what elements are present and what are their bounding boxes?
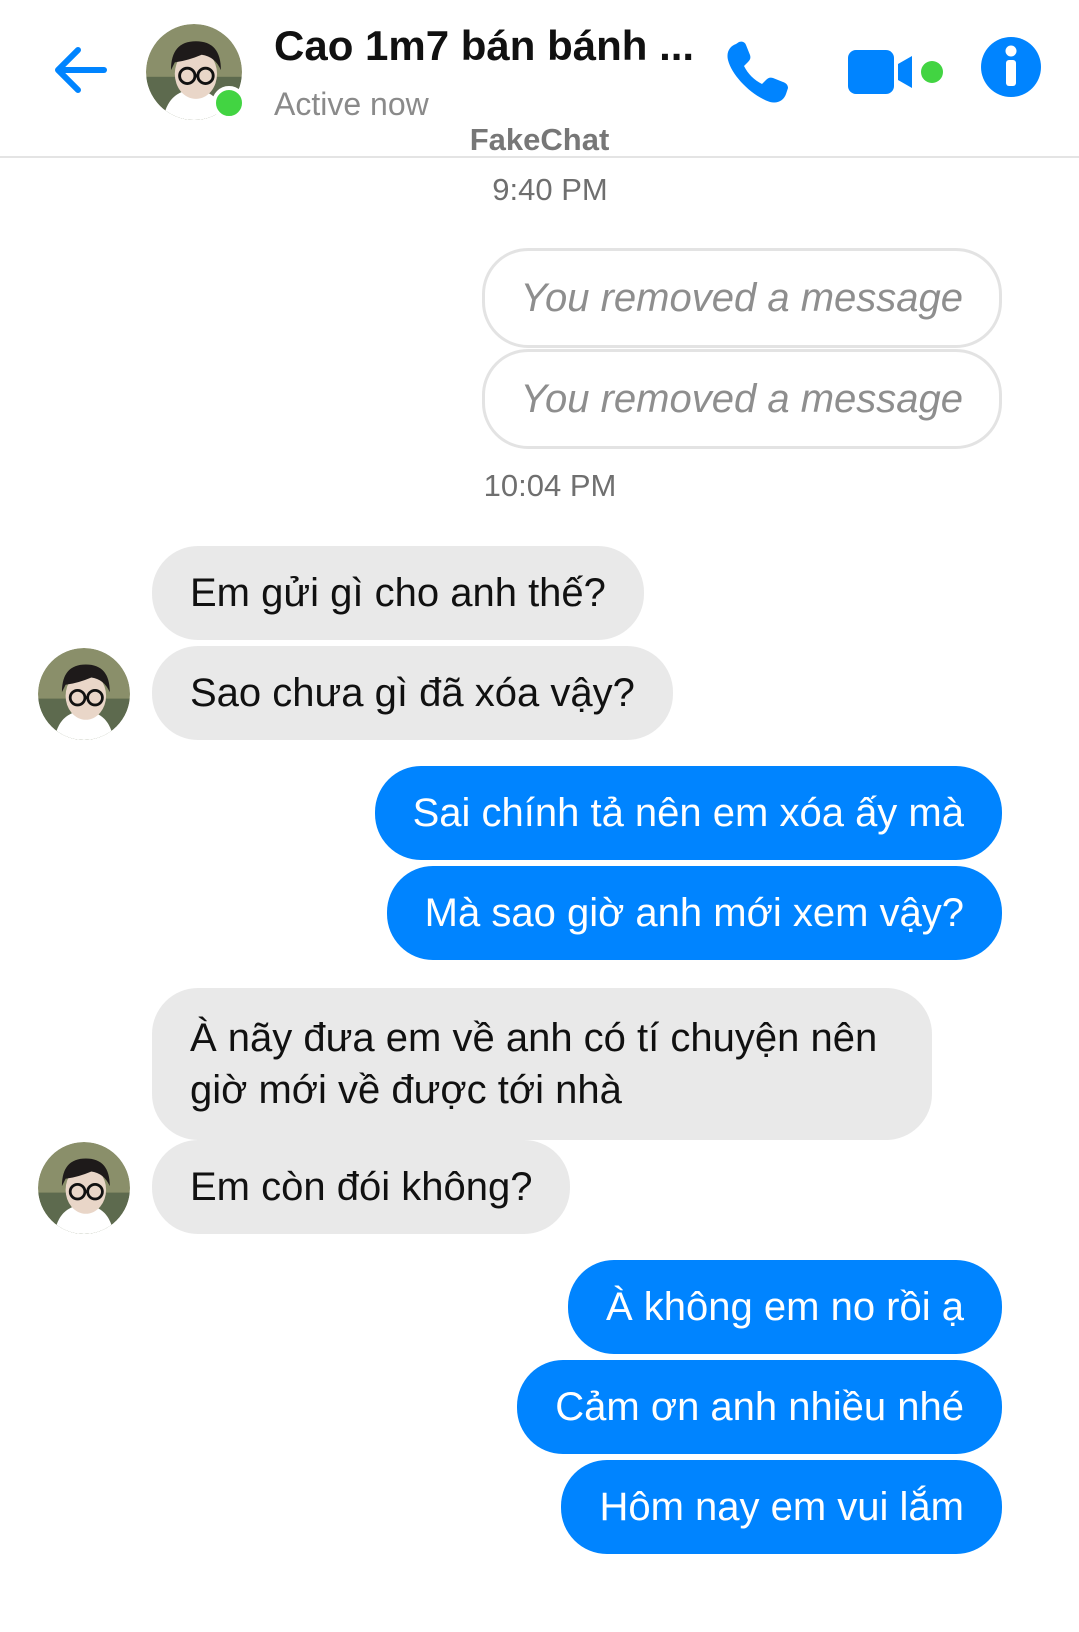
info-circle-icon [981, 37, 1041, 97]
avatar-photo [38, 1142, 130, 1234]
incoming-message[interactable]: Sao chưa gì đã xóa vậy? [152, 646, 673, 740]
timestamp: 10:04 PM [483, 468, 617, 503]
arrow-left-icon [55, 47, 107, 93]
contact-avatar[interactable] [38, 1142, 130, 1234]
outgoing-message[interactable]: À không em no rồi ạ [568, 1260, 1002, 1354]
incoming-message[interactable]: Em còn đói không? [152, 1140, 571, 1234]
timestamp: 9:40 PM [492, 172, 608, 207]
contact-name[interactable]: Cao 1m7 bán bánh ... [274, 22, 714, 70]
avatar-photo [38, 648, 130, 740]
video-call-button[interactable] [846, 46, 956, 98]
phone-icon [727, 41, 788, 103]
outgoing-message[interactable]: Cảm ơn anh nhiều nhé [517, 1360, 1002, 1454]
active-status: Active now [274, 86, 429, 122]
contact-avatar[interactable] [146, 24, 246, 120]
video-camera-icon [848, 50, 943, 94]
removed-message[interactable]: You removed a message [481, 349, 1002, 449]
back-button[interactable] [48, 38, 112, 102]
outgoing-message[interactable]: Hôm nay em vui lắm [561, 1460, 1002, 1554]
watermark: FakeChat [469, 122, 610, 157]
incoming-message[interactable]: Em gửi gì cho anh thế? [152, 546, 644, 640]
incoming-message[interactable]: À nãy đưa em về anh có tí chuyện nên giờ… [152, 988, 932, 1140]
chat-header: Cao 1m7 bán bánh ... Active now FakeChat [0, 0, 1079, 158]
contact-avatar[interactable] [38, 648, 130, 740]
outgoing-message[interactable]: Mà sao giờ anh mới xem vậy? [386, 866, 1002, 960]
online-indicator [212, 86, 246, 120]
call-button[interactable] [722, 38, 792, 108]
outgoing-message[interactable]: Sai chính tả nên em xóa ấy mà [374, 766, 1002, 860]
info-button[interactable] [980, 36, 1048, 104]
removed-message[interactable]: You removed a message [481, 248, 1002, 348]
